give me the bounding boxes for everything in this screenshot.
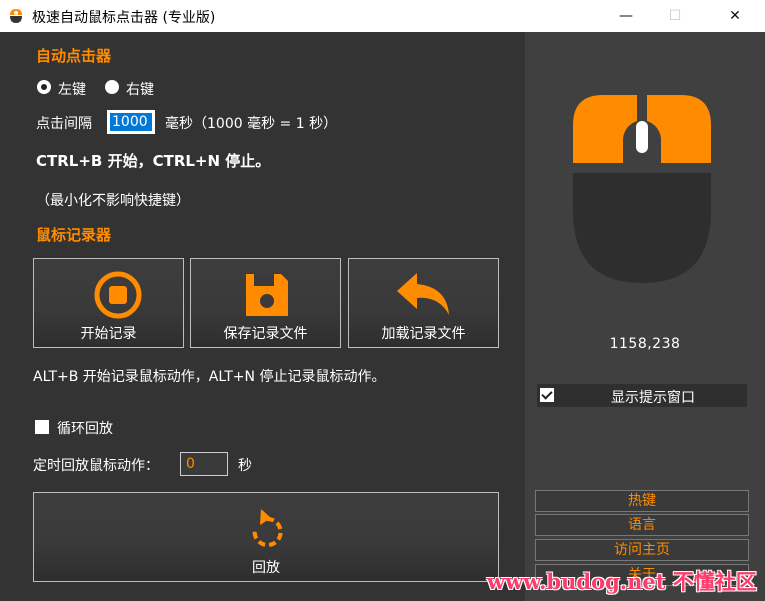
right-button-radio[interactable] [105, 80, 119, 94]
show-tip-label[interactable]: 显示提示窗口 [537, 387, 747, 407]
loop-checkbox[interactable] [35, 420, 49, 434]
maximize-button[interactable]: ☐ [652, 0, 698, 32]
timed-replay-label: 定时回放鼠标动作： [33, 458, 159, 474]
window-title: 极速自动鼠标点击器 (专业版) [32, 10, 216, 26]
cursor-coordinates: 1158,238 [609, 336, 681, 352]
replay-icon [252, 509, 283, 547]
interval-input[interactable]: 1000 [107, 110, 155, 134]
app-icon [10, 9, 22, 23]
save-record-button[interactable]: 保存记录文件 [190, 258, 341, 348]
language-link[interactable]: 语言 [535, 514, 749, 536]
record-icon [94, 271, 142, 319]
timed-replay-input[interactable]: 0 [180, 452, 228, 476]
interval-value[interactable]: 1000 [110, 113, 152, 131]
load-icon [397, 273, 449, 315]
save-icon [246, 274, 288, 316]
start-record-label: 开始记录 [80, 326, 137, 342]
load-record-button[interactable]: 加载记录文件 [348, 258, 499, 348]
left-button-label[interactable]: 左键 [58, 79, 86, 99]
recorder-hotkey-text: ALT+B 开始记录鼠标动作，ALT+N 停止记录鼠标动作。 [33, 369, 386, 385]
minimize-note: （最小化不影响快捷键） [36, 193, 190, 209]
title-bar: 极速自动鼠标点击器 (专业版) — ☐ ✕ [0, 0, 765, 32]
left-button-radio[interactable] [37, 80, 51, 94]
watermark: www.budog.net 不懂社区 [487, 569, 757, 594]
interval-unit: 毫秒（1000 毫秒 = 1 秒） [165, 116, 338, 132]
save-record-label: 保存记录文件 [223, 326, 308, 342]
show-tip-row[interactable]: 显示提示窗口 [537, 384, 747, 407]
replay-button[interactable]: 回放 [33, 492, 499, 582]
homepage-link[interactable]: 访问主页 [535, 539, 749, 561]
close-button[interactable]: ✕ [712, 0, 758, 32]
interval-label: 点击间隔 [36, 116, 92, 132]
mouse-icon [573, 95, 711, 283]
hotkeys-link[interactable]: 热键 [535, 490, 749, 512]
timed-replay-unit: 秒 [238, 458, 252, 474]
clicker-section-title: 自动点击器 [36, 47, 112, 65]
minimize-button[interactable]: — [603, 0, 649, 32]
recorder-section-title: 鼠标记录器 [36, 226, 112, 244]
start-record-button[interactable]: 开始记录 [33, 258, 184, 348]
loop-label[interactable]: 循环回放 [57, 418, 113, 438]
clicker-hotkey-text: CTRL+B 开始，CTRL+N 停止。 [36, 152, 271, 170]
load-record-label: 加载记录文件 [381, 326, 466, 342]
right-button-label[interactable]: 右键 [126, 79, 154, 99]
replay-label: 回放 [252, 560, 280, 576]
